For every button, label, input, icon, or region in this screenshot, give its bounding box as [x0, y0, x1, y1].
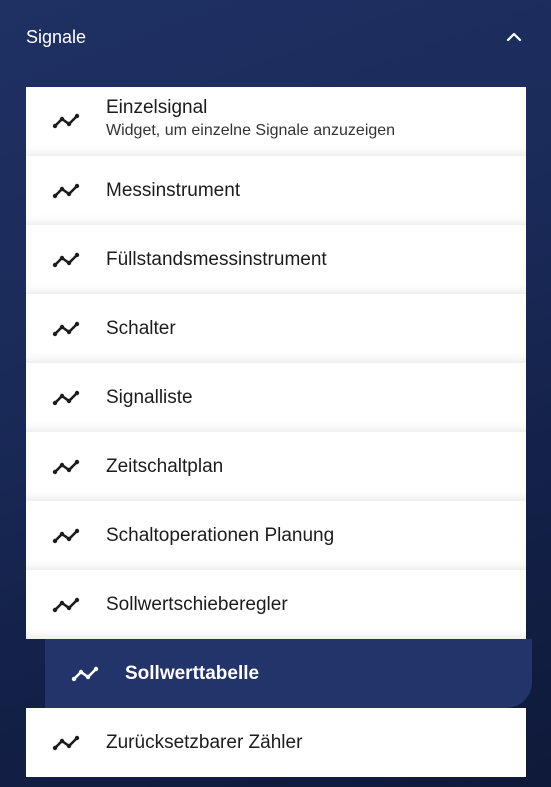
widget-item-signalliste[interactable]: Signalliste — [26, 363, 526, 432]
widget-item-zeitschaltplan[interactable]: Zeitschaltplan — [26, 432, 526, 501]
widget-item-label: Füllstandsmessinstrument — [106, 248, 327, 270]
widget-item-description: Widget, um einzelne Signale anzuzeigen — [106, 122, 396, 139]
signal-line-icon — [52, 250, 80, 270]
signal-line-icon — [52, 319, 80, 339]
signal-line-icon — [52, 388, 80, 408]
widget-item-label: Sollwertschieberegler — [106, 593, 288, 615]
widget-item-label: Schaltoperationen Planung — [106, 524, 335, 546]
widget-item-label: Signalliste — [106, 386, 193, 408]
widget-item-zuruecksetzbarer-zaehler[interactable]: Zurücksetzbarer Zähler — [26, 708, 526, 777]
signal-line-icon — [52, 111, 80, 131]
chevron-up-icon — [506, 32, 522, 42]
widget-item-label: Messinstrument — [106, 179, 241, 201]
widget-list: Einzelsignal Widget, um einzelne Signale… — [26, 87, 532, 777]
widget-item-label: Einzelsignal — [106, 97, 208, 118]
section-title: Signale — [26, 26, 87, 47]
section-header[interactable]: Signale — [0, 0, 551, 74]
widget-item-messinstrument[interactable]: Messinstrument — [26, 156, 526, 225]
widget-item-sollwerttabelle[interactable]: Sollwerttabelle — [45, 639, 532, 708]
signal-line-icon — [52, 733, 80, 753]
widget-item-label: Schalter — [106, 317, 176, 339]
widget-item-schaltoperationen-planung[interactable]: Schaltoperationen Planung — [26, 501, 526, 570]
collapse-button[interactable] — [501, 24, 527, 50]
signal-line-icon — [52, 526, 80, 546]
widget-item-label: Zurücksetzbarer Zähler — [106, 731, 303, 753]
widget-item-einzelsignal[interactable]: Einzelsignal Widget, um einzelne Signale… — [26, 87, 526, 156]
signal-line-icon — [52, 457, 80, 477]
widget-item-sollwertschieberegler[interactable]: Sollwertschieberegler — [26, 570, 526, 639]
widget-item-label: Sollwerttabelle — [125, 662, 260, 684]
signal-line-icon — [52, 181, 80, 201]
widget-item-schalter[interactable]: Schalter — [26, 294, 526, 363]
widget-item-fuellstandsmessinstrument[interactable]: Füllstandsmessinstrument — [26, 225, 526, 294]
widget-item-label: Zeitschaltplan — [106, 455, 224, 477]
signal-line-icon — [52, 595, 80, 615]
signal-line-icon — [71, 664, 99, 684]
